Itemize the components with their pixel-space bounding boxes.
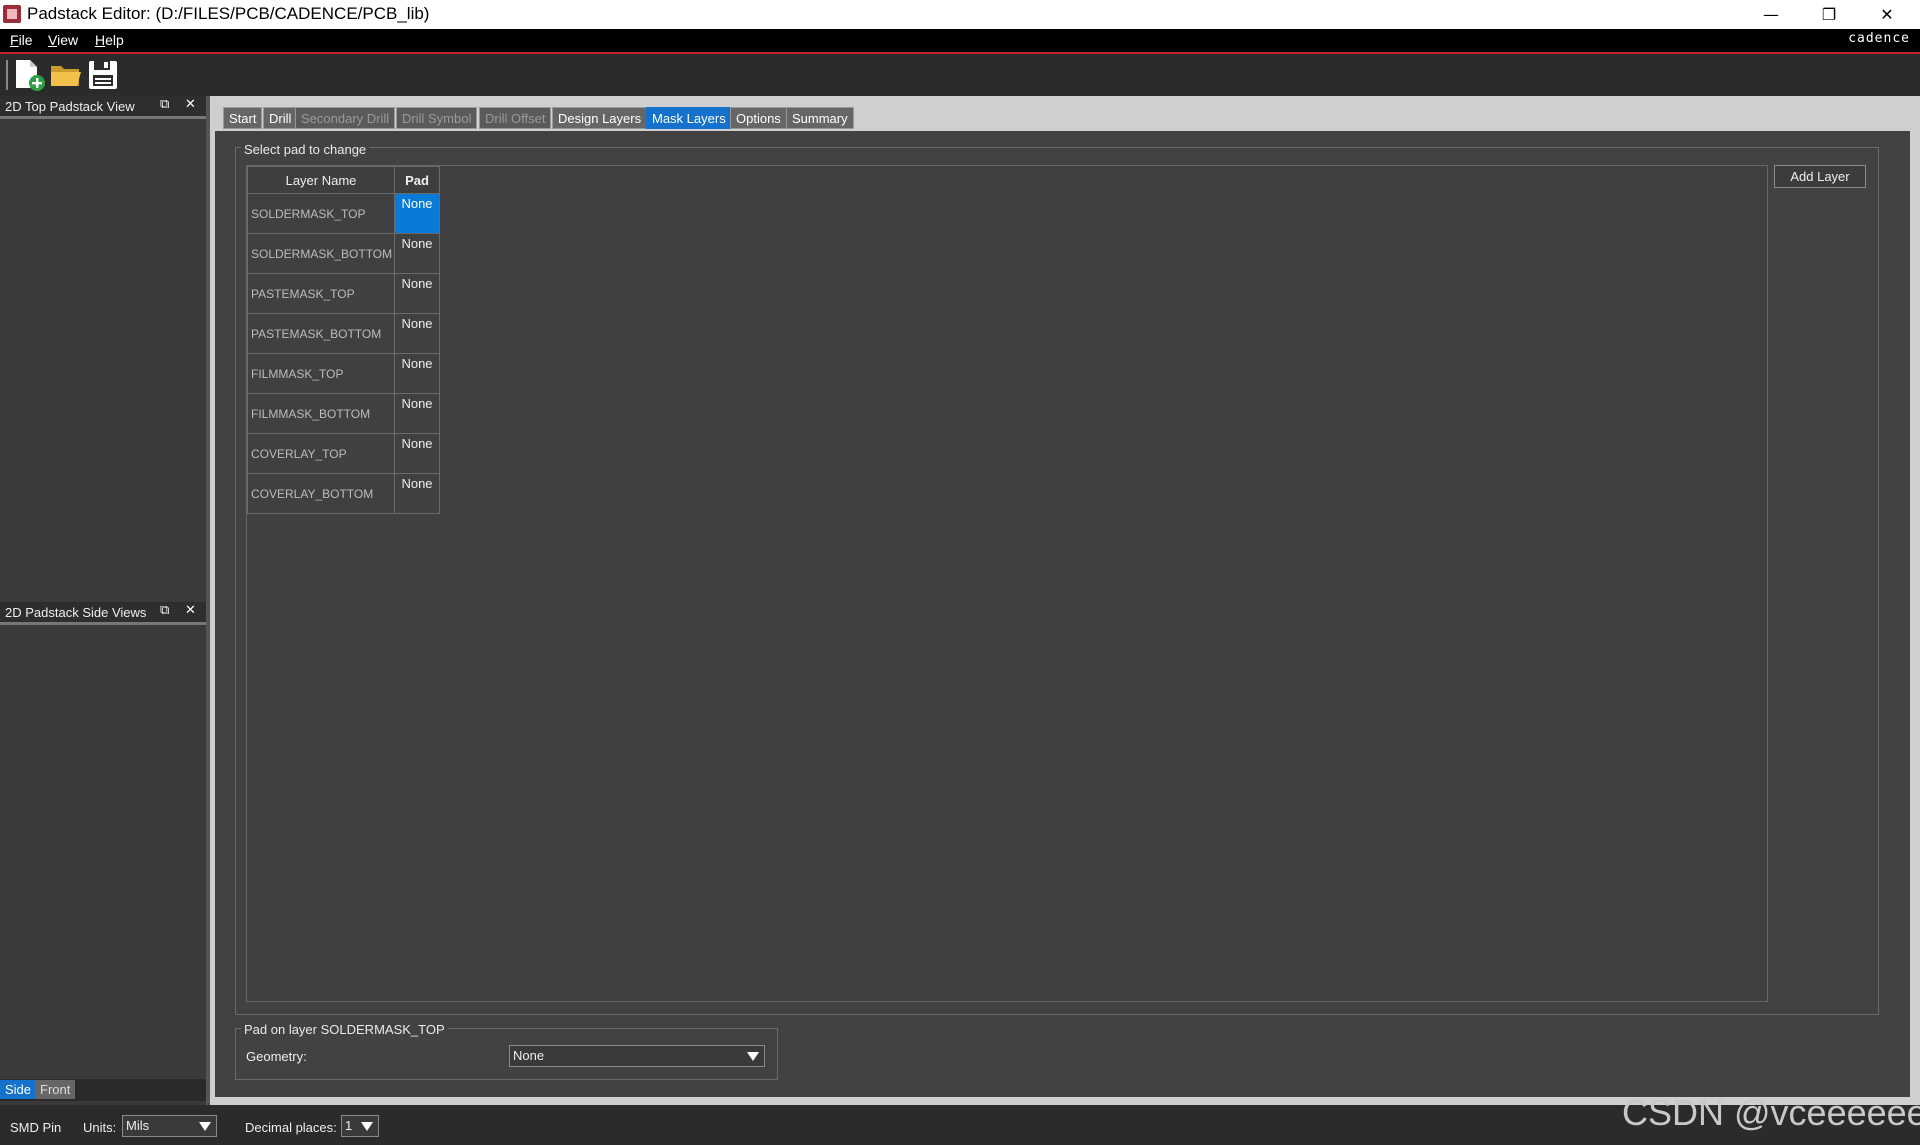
side-view-panel-title: 2D Padstack Side Views — [5, 605, 147, 620]
pad-on-layer-group-title: Pad on layer SOLDERMASK_TOP — [241, 1022, 448, 1037]
menu-help[interactable]: Help — [95, 32, 124, 48]
layer-table-container: Layer Name Pad SOLDERMASK_TOP None SOLDER… — [246, 165, 1768, 1002]
tab-options[interactable]: Options — [730, 107, 787, 129]
decimal-places-label: Decimal places: — [245, 1120, 337, 1135]
minimize-button[interactable]: — — [1742, 0, 1800, 29]
tab-front-view[interactable]: Front — [35, 1080, 76, 1099]
dropdown-arrow-icon — [361, 1122, 373, 1131]
geometry-value: None — [513, 1048, 545, 1063]
menu-bar: File View Help cadence — [0, 29, 1920, 54]
table-row[interactable]: PASTEMASK_TOP None — [247, 273, 440, 314]
window-title: Padstack Editor: (D:/FILES/PCB/CADENCE/P… — [27, 4, 430, 23]
geometry-select[interactable]: None — [509, 1045, 765, 1067]
restore-button[interactable]: ❐ — [1800, 0, 1858, 29]
table-row[interactable]: COVERLAY_TOP None — [247, 433, 440, 474]
pad-cell[interactable]: None — [394, 473, 440, 514]
top-view-canvas[interactable] — [0, 120, 206, 590]
app-icon — [3, 5, 21, 23]
layer-name-cell[interactable]: PASTEMASK_BOTTOM — [247, 313, 395, 354]
close-icon[interactable]: ✕ — [185, 603, 196, 618]
side-view-canvas[interactable] — [0, 626, 206, 1078]
decimal-places-select[interactable]: 1 — [341, 1115, 379, 1137]
select-pad-group-title: Select pad to change — [241, 142, 370, 157]
layer-name-cell[interactable]: COVERLAY_TOP — [247, 433, 395, 474]
pad-type-label: SMD Pin — [10, 1120, 62, 1135]
table-row[interactable]: FILMMASK_BOTTOM None — [247, 393, 440, 434]
tab-mask-layers[interactable]: Mask Layers — [646, 107, 732, 129]
toolbar — [0, 54, 1920, 96]
tab-drill-offset[interactable]: Drill Offset — [479, 107, 552, 129]
pad-cell[interactable]: None — [394, 433, 440, 474]
top-view-panel-header: 2D Top Padstack View ⧉ ✕ — [0, 96, 206, 119]
tab-secondary-drill[interactable]: Secondary Drill — [295, 107, 396, 129]
table-row[interactable]: PASTEMASK_BOTTOM None — [247, 313, 440, 354]
geometry-label: Geometry: — [246, 1049, 307, 1064]
pad-cell[interactable]: None — [394, 193, 440, 234]
tab-summary[interactable]: Summary — [786, 107, 854, 129]
decimal-places-value: 1 — [345, 1118, 353, 1133]
units-label: Units: — [83, 1120, 117, 1135]
column-header-layer-name[interactable]: Layer Name — [247, 166, 395, 194]
float-icon[interactable]: ⧉ — [160, 97, 169, 112]
tab-drill[interactable]: Drill — [263, 107, 298, 129]
side-view-panel-header: 2D Padstack Side Views ⧉ ✕ — [0, 602, 206, 625]
tab-side-view[interactable]: Side — [0, 1080, 37, 1099]
close-icon[interactable]: ✕ — [185, 97, 196, 112]
tab-start[interactable]: Start — [223, 107, 263, 129]
top-view-panel-title: 2D Top Padstack View — [5, 99, 135, 114]
table-row[interactable]: COVERLAY_BOTTOM None — [247, 473, 440, 514]
title-bar: Padstack Editor: (D:/FILES/PCB/CADENCE/P… — [0, 0, 1920, 29]
layer-name-cell[interactable]: PASTEMASK_TOP — [247, 273, 395, 314]
layer-name-cell[interactable]: SOLDERMASK_BOTTOM — [247, 233, 395, 274]
view-tab-bar: Side Front — [0, 1079, 206, 1101]
dropdown-arrow-icon — [747, 1052, 759, 1061]
tab-design-layers[interactable]: Design Layers — [552, 107, 648, 129]
open-folder-icon[interactable] — [49, 58, 83, 92]
units-select[interactable]: Mils — [122, 1115, 217, 1137]
column-header-pad[interactable]: Pad — [394, 166, 440, 194]
layer-table: Layer Name Pad SOLDERMASK_TOP None SOLDER… — [247, 166, 440, 514]
pad-cell[interactable]: None — [394, 393, 440, 434]
dropdown-arrow-icon — [199, 1122, 211, 1131]
menu-view[interactable]: View — [48, 32, 78, 48]
close-button[interactable]: ✕ — [1858, 0, 1916, 29]
table-row[interactable]: FILMMASK_TOP None — [247, 353, 440, 394]
layer-name-cell[interactable]: FILMMASK_BOTTOM — [247, 393, 395, 434]
tab-drill-symbol[interactable]: Drill Symbol — [396, 107, 478, 129]
watermark: CSDN @vceeeeee — [1622, 1092, 1920, 1133]
units-value: Mils — [126, 1118, 150, 1133]
pad-cell[interactable]: None — [394, 233, 440, 274]
layer-name-cell[interactable]: SOLDERMASK_TOP — [247, 193, 395, 234]
layer-name-cell[interactable]: FILMMASK_TOP — [247, 353, 395, 394]
float-icon[interactable]: ⧉ — [160, 603, 169, 618]
save-disk-icon[interactable] — [86, 58, 120, 92]
new-file-icon[interactable] — [12, 58, 46, 92]
pad-cell[interactable]: None — [394, 353, 440, 394]
add-layer-button[interactable]: Add Layer — [1774, 165, 1866, 188]
cadence-logo: cadence — [1848, 31, 1910, 46]
table-row[interactable]: SOLDERMASK_TOP None — [247, 193, 440, 234]
menu-file[interactable]: File — [10, 32, 33, 48]
pad-cell[interactable]: None — [394, 273, 440, 314]
toolbar-grip[interactable] — [6, 60, 8, 90]
layer-name-cell[interactable]: COVERLAY_BOTTOM — [247, 473, 395, 514]
pad-cell[interactable]: None — [394, 313, 440, 354]
table-row[interactable]: SOLDERMASK_BOTTOM None — [247, 233, 440, 274]
